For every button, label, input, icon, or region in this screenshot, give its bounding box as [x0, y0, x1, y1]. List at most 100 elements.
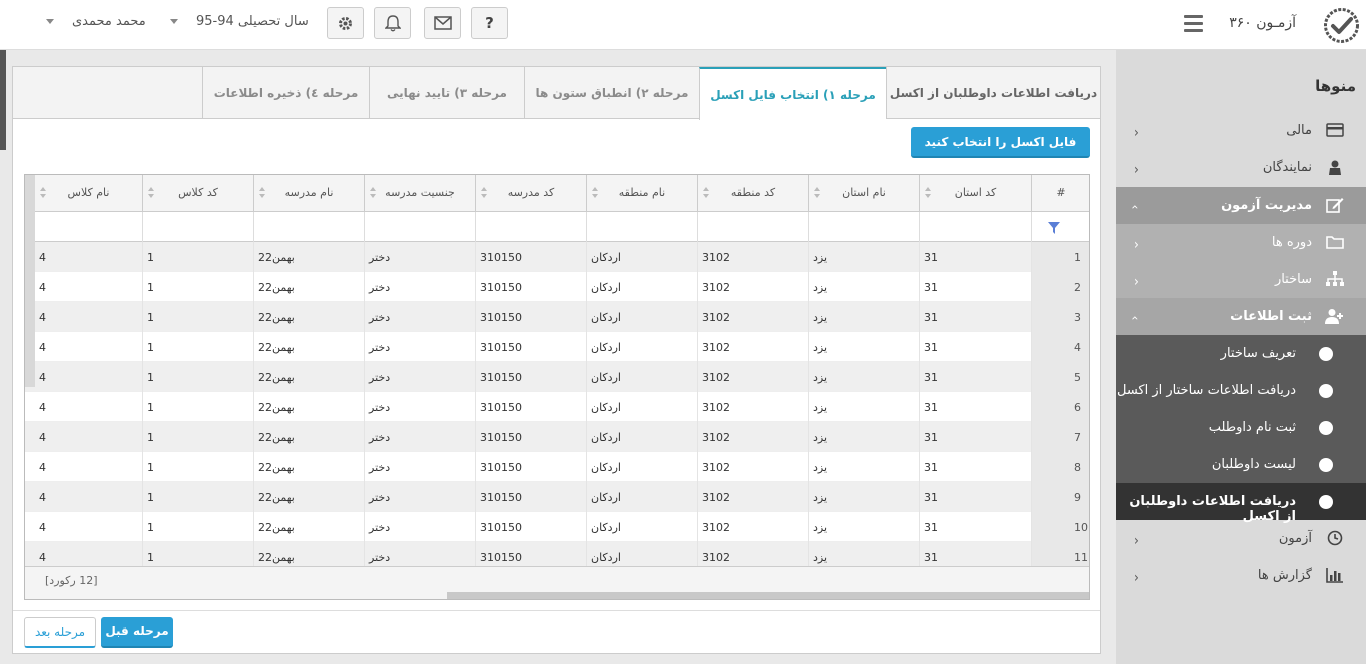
column-header[interactable]: نام استان: [809, 175, 920, 212]
filter-input[interactable]: [698, 212, 809, 242]
chart-icon: [1326, 567, 1344, 583]
column-header-label: کد کلاس: [178, 186, 218, 199]
table-cell: 22بهمن: [254, 332, 365, 362]
sort-icon[interactable]: [814, 187, 821, 200]
tab-step3-final-confirm[interactable]: مرحله ۳) تایید نهایی: [369, 67, 524, 119]
sort-icon[interactable]: [40, 187, 47, 200]
table-cell: یزد: [809, 302, 920, 332]
table-cell: اردکان: [587, 302, 698, 332]
table-cell: 4: [35, 302, 143, 332]
filter-input[interactable]: [254, 212, 365, 242]
sidebar-item-courses[interactable]: دوره ها ‹: [1116, 224, 1366, 261]
column-header[interactable]: #: [1032, 175, 1089, 212]
academic-year-dropdown[interactable]: سال تحصیلی 94-95: [170, 14, 309, 29]
filter-input[interactable]: [809, 212, 920, 242]
column-header[interactable]: کد مدرسه: [476, 175, 587, 212]
sidebar-item-exam-management[interactable]: مدیریت آزمون ‹: [1116, 187, 1366, 224]
table-cell: 310150: [476, 422, 587, 452]
table-cell: 10: [1032, 512, 1089, 542]
sort-icon[interactable]: [592, 187, 599, 200]
chevron-icon: ‹: [1134, 531, 1139, 549]
sidebar-item-define-structure[interactable]: تعریف ساختار: [1116, 335, 1366, 372]
filter-input[interactable]: [920, 212, 1032, 242]
record-count: [12 رکورد]: [45, 574, 98, 587]
sidebar-item-reports[interactable]: گزارش ها ‹: [1116, 557, 1366, 594]
column-header[interactable]: نام مدرسه: [254, 175, 365, 212]
table-cell: 4: [35, 452, 143, 482]
table-cell: اردکان: [587, 482, 698, 512]
sort-icon[interactable]: [148, 187, 155, 200]
table-cell: دختر: [365, 452, 476, 482]
table-cell: 3102: [698, 512, 809, 542]
previous-step-button[interactable]: مرحله قبل: [101, 617, 173, 648]
sidebar-item-import-structure-excel[interactable]: دریافت اطلاعات ساختار از اکسل: [1116, 372, 1366, 409]
table-row[interactable]: 8 31 یزد 3102 اردکان 310150 دختر 22بهمن 1 4: [25, 452, 1089, 482]
help-button[interactable]: ?: [471, 7, 508, 39]
filter-input[interactable]: [365, 212, 476, 242]
table-row[interactable]: 1 31 یزد 3102 اردکان 310150 دختر 22بهمن 1 4: [25, 242, 1089, 272]
filter-input[interactable]: [476, 212, 587, 242]
table-row[interactable]: 2 31 یزد 3102 اردکان 310150 دختر 22بهمن 1 4: [25, 272, 1089, 302]
hamburger-menu-icon[interactable]: [1184, 15, 1203, 33]
grid-scroll-track[interactable]: [25, 175, 35, 387]
column-header-label: جنسیت مدرسه: [385, 186, 455, 199]
sidebar-item-structure[interactable]: ساختار ‹: [1116, 261, 1366, 298]
sort-icon[interactable]: [370, 187, 377, 200]
table-cell: 4: [35, 272, 143, 302]
filter-input[interactable]: [35, 212, 143, 242]
column-header[interactable]: نام کلاس: [35, 175, 143, 212]
notifications-button[interactable]: [374, 7, 411, 39]
table-cell: اردکان: [587, 422, 698, 452]
table-cell: 3: [1032, 302, 1089, 332]
sidebar-item-agents[interactable]: نمایندگان ‹: [1116, 149, 1366, 186]
table-cell: 4: [35, 482, 143, 512]
sidebar-item-data-entry[interactable]: ثبت اطلاعات ‹: [1116, 298, 1366, 335]
user-dropdown[interactable]: محمد محمدی: [46, 14, 146, 29]
sort-icon[interactable]: [259, 187, 266, 200]
tab-step1-select-file[interactable]: مرحله ۱) انتخاب فایل اکسل: [699, 67, 886, 120]
sidebar-item-import-candidates-excel[interactable]: دریافت اطلاعات داوطلبان از اکسل: [1116, 483, 1366, 524]
column-header[interactable]: جنسیت مدرسه: [365, 175, 476, 212]
table-row[interactable]: 3 31 یزد 3102 اردکان 310150 دختر 22بهمن 1 4: [25, 302, 1089, 332]
sidebar-item-finance[interactable]: مالی ‹: [1116, 112, 1366, 149]
sidebar-item-register-candidate[interactable]: ثبت نام داوطلب: [1116, 409, 1366, 446]
filter-input[interactable]: [587, 212, 698, 242]
table-row[interactable]: 4 31 یزد 3102 اردکان 310150 دختر 22بهمن 1 4: [25, 332, 1089, 362]
table-row[interactable]: 5 31 یزد 3102 اردکان 310150 دختر 22بهمن 1 4: [25, 362, 1089, 392]
filter-input[interactable]: [143, 212, 254, 242]
column-header[interactable]: کد استان: [920, 175, 1032, 212]
table-row[interactable]: 11 31 یزد 3102 اردکان 310150 دختر 22بهمن 1 4: [25, 542, 1089, 566]
horizontal-scrollbar[interactable]: [447, 592, 1089, 599]
table-cell: یزد: [809, 512, 920, 542]
sort-icon[interactable]: [481, 187, 488, 200]
table-cell: 22بهمن: [254, 512, 365, 542]
table-row[interactable]: 10 31 یزد 3102 اردکان 310150 دختر 22بهمن 1 4: [25, 512, 1089, 542]
column-header[interactable]: کد کلاس: [143, 175, 254, 212]
filter-icon[interactable]: [1032, 212, 1089, 242]
bell-icon: [384, 14, 401, 32]
chevron-down-icon: ‹: [1127, 204, 1142, 210]
tab-step4-save-data[interactable]: مرحله ٤) ذخیره اطلاعات: [202, 67, 369, 119]
messages-button[interactable]: [424, 7, 461, 39]
column-header[interactable]: نام منطقه: [587, 175, 698, 212]
table-row[interactable]: 6 31 یزد 3102 اردکان 310150 دختر 22بهمن 1 4: [25, 392, 1089, 422]
sidebar-item-candidates-list[interactable]: لیست داوطلبان: [1116, 446, 1366, 483]
next-step-button[interactable]: مرحله بعد: [24, 617, 96, 648]
table-row[interactable]: 9 31 یزد 3102 اردکان 310150 دختر 22بهمن 1 4: [25, 482, 1089, 512]
table-cell: 4: [35, 242, 143, 272]
table-cell: یزد: [809, 482, 920, 512]
sidebar-item-exam[interactable]: آزمون ‹: [1116, 520, 1366, 557]
tab-step2-column-mapping[interactable]: مرحله ۲) انطباق ستون ها: [524, 67, 699, 119]
sort-icon[interactable]: [925, 187, 932, 200]
bullet-icon: [1319, 495, 1333, 509]
grid-header: # کد استان نام استان کد منطقه نام منطقه کد مد…: [25, 175, 1089, 212]
select-excel-file-button[interactable]: فایل اکسل را انتخاب کنید: [911, 127, 1090, 158]
sort-icon[interactable]: [703, 187, 710, 200]
column-header[interactable]: کد منطقه: [698, 175, 809, 212]
settings-button[interactable]: [327, 7, 364, 39]
table-cell: 1: [143, 392, 254, 422]
table-row[interactable]: 7 31 یزد 3102 اردکان 310150 دختر 22بهمن 1 4: [25, 422, 1089, 452]
chevron-icon: ‹: [1134, 160, 1139, 178]
tab-import-candidates[interactable]: دریافت اطلاعات داوطلبان از اکسل: [886, 67, 1100, 119]
logo-check-icon: [1323, 7, 1360, 44]
